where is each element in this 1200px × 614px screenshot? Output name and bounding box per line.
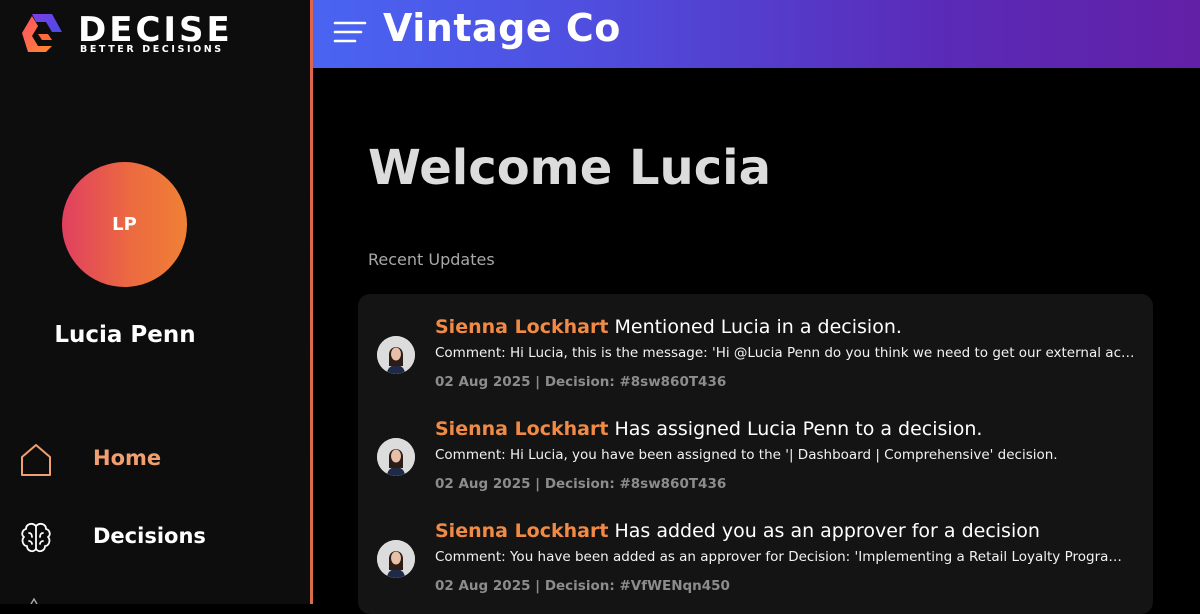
update-comment: Comment: Hi Lucia, this is the message: … [435,345,1135,361]
update-comment: Comment: You have been added as an appro… [435,549,1135,565]
recent-updates-label: Recent Updates [368,250,495,269]
person-photo-icon [377,438,415,476]
menu-icon[interactable] [333,18,367,46]
update-meta: 02 Aug 2025 | Decision: #8sw860T436 [435,374,727,390]
sidebar: DECISE BETTER DECISIONS LP Lucia Penn Ho… [0,0,310,604]
brain-icon [21,522,51,553]
update-meta: 02 Aug 2025 | Decision: #8sw860T436 [435,476,727,492]
user-avatar[interactable]: LP [62,162,187,287]
recent-updates-card: Sienna Lockhart Mentioned Lucia in a dec… [358,294,1153,614]
update-action: Has added you as an approver for a decis… [614,520,1040,542]
update-item[interactable]: Sienna Lockhart Has added you as an appr… [358,498,1153,598]
actor-avatar [377,336,415,374]
update-meta: 02 Aug 2025 | Decision: #VfWENqn450 [435,578,730,594]
actor-name[interactable]: Sienna Lockhart [435,520,608,542]
actor-name[interactable]: Sienna Lockhart [435,418,608,440]
update-headline: Sienna Lockhart Has assigned Lucia Penn … [435,418,982,440]
sidebar-divider [310,0,313,604]
brand-tagline: BETTER DECISIONS [80,44,224,55]
user-initials: LP [112,214,137,235]
actor-avatar [377,438,415,476]
home-icon [21,444,51,476]
nav-item-decisions[interactable]: Decisions [18,520,298,560]
actor-avatar [377,540,415,578]
next-nav-icon-partial [30,598,38,604]
top-header: Vintage Co [313,0,1200,68]
update-item[interactable]: Sienna Lockhart Mentioned Lucia in a dec… [358,294,1153,394]
update-item[interactable]: Sienna Lockhart Has assigned Lucia Penn … [358,396,1153,496]
update-action: Has assigned Lucia Penn to a decision. [614,418,983,440]
organization-title: Vintage Co [383,6,621,50]
user-name: Lucia Penn [54,322,196,348]
actor-name[interactable]: Sienna Lockhart [435,316,608,338]
nav-label-home: Home [93,446,162,470]
nav-label-decisions: Decisions [93,524,206,548]
update-action: Mentioned Lucia in a decision. [614,316,902,338]
person-photo-icon [377,336,415,374]
update-comment: Comment: Hi Lucia, you have been assigne… [435,447,1058,463]
person-photo-icon [377,540,415,578]
update-headline: Sienna Lockhart Has added you as an appr… [435,520,1040,542]
brand-logo[interactable]: DECISE BETTER DECISIONS [18,10,238,56]
decise-logo-icon [22,14,62,52]
update-headline: Sienna Lockhart Mentioned Lucia in a dec… [435,316,902,338]
welcome-heading: Welcome Lucia [368,140,772,196]
nav-item-home[interactable]: Home [18,442,298,482]
